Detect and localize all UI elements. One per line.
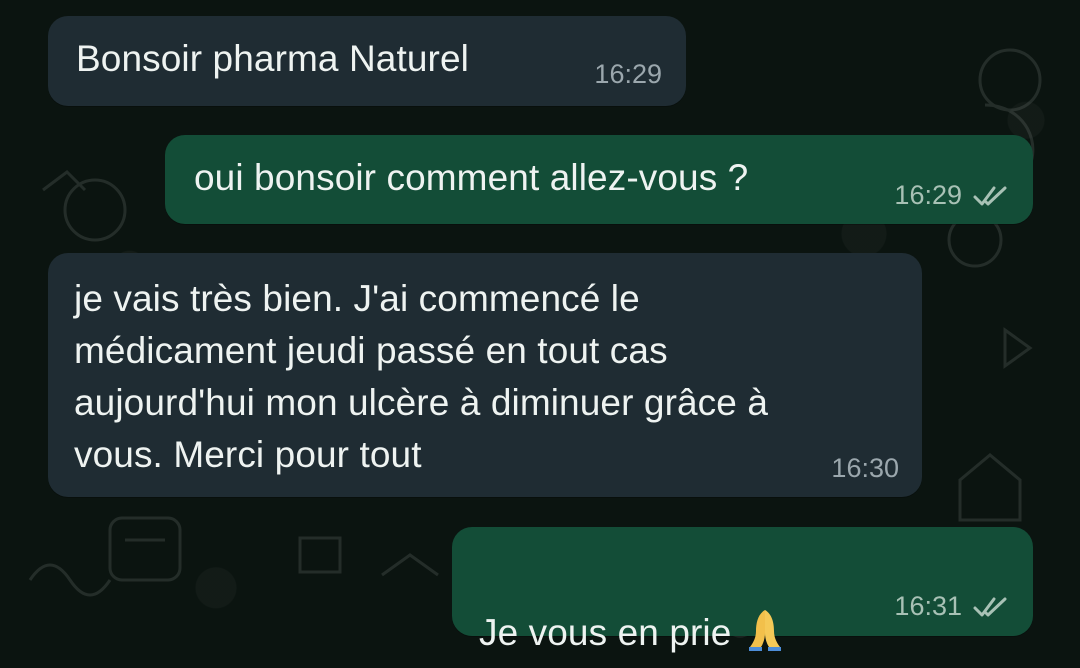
message-bubble-incoming[interactable]: Bonsoir pharma Naturel 16:29	[48, 16, 686, 106]
message-bubble-outgoing[interactable]: Je vous en prie 16:31	[452, 527, 1033, 653]
message-meta: 16:31	[894, 591, 1010, 622]
message-time: 16:29	[594, 59, 662, 89]
message-text: Je vous en prie	[479, 553, 789, 659]
message-time: 16:31	[894, 591, 962, 621]
folded-hands-emoji	[749, 610, 782, 651]
message-bubble-outgoing[interactable]: oui bonsoir comment allez-vous ? 16:29	[165, 135, 1033, 224]
double-check-icon	[973, 186, 1007, 205]
double-check-icon	[973, 597, 1007, 616]
message-text: je vais très bien. J'ai commencé le médi…	[74, 278, 769, 475]
message-time: 16:30	[831, 453, 899, 483]
message-bubble-incoming[interactable]: je vais très bien. J'ai commencé le médi…	[48, 253, 922, 497]
message-meta: 16:29	[894, 180, 1010, 211]
message-meta: 16:30	[831, 453, 899, 484]
chat-thread: Bonsoir pharma Naturel 16:29 oui bonsoir…	[0, 0, 1080, 668]
message-meta: 16:29	[594, 59, 662, 90]
message-text: oui bonsoir comment allez-vous ?	[194, 157, 749, 198]
message-text-content: Je vous en prie	[479, 612, 732, 653]
message-text: Bonsoir pharma Naturel	[76, 38, 469, 79]
message-time: 16:29	[894, 180, 962, 210]
